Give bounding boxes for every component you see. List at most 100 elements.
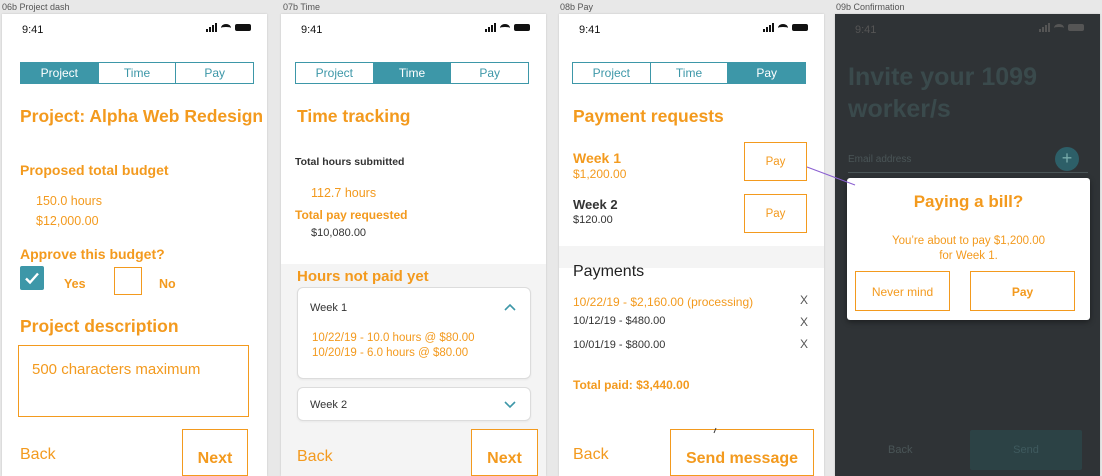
modal-title: Paying a bill? bbox=[913, 192, 1024, 211]
total-paid: Total paid: $3,440.00 bbox=[573, 378, 690, 392]
description-field[interactable]: 500 characters maximum bbox=[18, 345, 249, 417]
week2-label: Week 2 bbox=[310, 399, 348, 411]
tab-bar: Project Time Pay bbox=[572, 62, 806, 84]
week1-card: Week 1 10/22/19 - 10.0 hours @ $80.00 10… bbox=[297, 287, 531, 379]
week2-card[interactable]: Week 2 bbox=[297, 387, 531, 421]
budget-hours: 150.0 hours bbox=[36, 194, 103, 208]
description-heading: Project description bbox=[20, 316, 179, 336]
wifi-icon bbox=[221, 23, 231, 32]
total-hours-label: Total hours submitted bbox=[295, 156, 405, 168]
week1-label: Week 1 bbox=[310, 302, 348, 314]
yes-checkbox[interactable] bbox=[20, 266, 44, 290]
request-week: Week 1 bbox=[573, 150, 621, 166]
request-amount: $1,200.00 bbox=[573, 167, 627, 181]
status-time-overlay: 9:41 bbox=[301, 24, 323, 36]
payment-row: 10/01/19 - $800.00 bbox=[573, 339, 666, 351]
tab-bar: Project Time Pay bbox=[295, 62, 529, 84]
back-button[interactable]: Back bbox=[20, 446, 56, 464]
page-title: Payment requests bbox=[573, 106, 724, 126]
remove-payment-button[interactable]: X bbox=[800, 293, 808, 307]
project-dash-screen: 9:41 Project Time Pay Project: Alpha Web… bbox=[2, 14, 267, 476]
modal-text: You’re about to pay $1,200.00 for Week 1… bbox=[891, 235, 1046, 262]
artboard-label-project-dash: 06b Project dash bbox=[2, 2, 70, 12]
signal-icon bbox=[206, 23, 217, 32]
confirm-modal: Paying a bill? You’re about to pay $1,20… bbox=[847, 178, 1090, 320]
week1-entry: 10/22/19 - 10.0 hours @ $80.00 bbox=[312, 332, 475, 344]
status-time: 9:41 bbox=[22, 24, 44, 36]
approve-heading: Approve this budget? bbox=[20, 246, 165, 262]
total-pay-value: $10,080.00 bbox=[311, 227, 367, 239]
status-time: 9:41 bbox=[855, 24, 877, 36]
background-send: Send bbox=[970, 430, 1082, 470]
request-amount: $120.00 bbox=[573, 214, 613, 226]
artboard-label-pay: 08b Pay bbox=[560, 2, 594, 12]
battery-icon bbox=[514, 24, 530, 31]
unpaid-heading: Hours not paid yet bbox=[297, 268, 429, 285]
budget-amount: $12,000.00 bbox=[36, 214, 99, 228]
week1-entry: 10/20/19 - 6.0 hours @ $80.00 bbox=[312, 347, 469, 359]
back-button[interactable]: Back bbox=[573, 446, 609, 464]
description-placeholder: 500 characters maximum bbox=[32, 361, 201, 378]
signal-icon bbox=[1039, 23, 1050, 32]
status-icons bbox=[763, 23, 808, 32]
tab-project[interactable]: Project bbox=[573, 63, 651, 83]
status-bar: 9:41 bbox=[2, 14, 267, 44]
pay-week1-button[interactable]: Pay bbox=[744, 142, 807, 181]
status-icons-overlay bbox=[485, 23, 530, 32]
artboard-label-time: 07b Time bbox=[283, 2, 321, 12]
no-label: No bbox=[159, 277, 176, 291]
chevron-down-icon bbox=[504, 401, 516, 409]
plus-icon: + bbox=[1055, 147, 1079, 171]
remove-payment-button[interactable]: X bbox=[800, 337, 808, 351]
signal-icon bbox=[763, 23, 774, 32]
wifi-icon bbox=[1054, 23, 1064, 32]
total-pay-label: Total pay requested bbox=[295, 208, 408, 222]
budget-heading: Proposed total budget bbox=[20, 162, 169, 178]
checkmark-icon bbox=[25, 272, 39, 285]
status-time: 9:41 bbox=[579, 24, 601, 36]
tab-project[interactable]: Project bbox=[296, 63, 374, 83]
tab-time[interactable]: Time bbox=[373, 63, 452, 83]
tab-pay[interactable]: Pay bbox=[176, 63, 253, 83]
next-button[interactable]: Next bbox=[182, 429, 248, 476]
status-icons bbox=[1039, 23, 1084, 32]
battery-icon bbox=[235, 24, 251, 31]
battery-icon bbox=[1068, 24, 1084, 31]
payments-heading: Payments bbox=[573, 263, 645, 280]
chevron-up-icon[interactable] bbox=[504, 303, 516, 311]
wifi-icon bbox=[500, 23, 510, 32]
next-button[interactable]: Next bbox=[471, 429, 538, 476]
yes-label: Yes bbox=[64, 277, 86, 291]
back-button[interactable]: Back bbox=[297, 448, 333, 466]
tab-time[interactable]: Time bbox=[651, 63, 729, 83]
email-placeholder: Email address bbox=[848, 154, 912, 165]
no-checkbox[interactable] bbox=[114, 267, 142, 295]
tab-project[interactable]: Project bbox=[21, 63, 99, 83]
email-underline bbox=[848, 172, 1088, 173]
total-hours-value: 112.7 hours bbox=[311, 186, 377, 200]
status-bar: 9:41 bbox=[559, 14, 824, 44]
background-title: Invite your 1099 worker/s bbox=[848, 63, 1037, 123]
request-week: Week 2 bbox=[573, 197, 618, 212]
time-screen: 9:41 9:41 Project Time Pay Time tracking… bbox=[281, 14, 546, 476]
tab-time[interactable]: Time bbox=[99, 63, 177, 83]
send-message-button[interactable]: Send message bbox=[670, 429, 814, 476]
battery-icon bbox=[792, 24, 808, 31]
signal-icon bbox=[485, 23, 496, 32]
remove-payment-button[interactable]: X bbox=[800, 315, 808, 329]
pay-screen: 9:41 Project Time Pay Payment requests W… bbox=[559, 14, 824, 476]
page-title: Project: Alpha Web Redesign bbox=[20, 106, 264, 126]
status-bar-overlay: 9:41 bbox=[281, 14, 546, 44]
tab-pay[interactable]: Pay bbox=[728, 63, 806, 83]
payment-row: 10/12/19 - $480.00 bbox=[573, 315, 666, 327]
background-back: Back bbox=[888, 444, 913, 456]
wifi-icon bbox=[778, 23, 788, 32]
never-mind-button[interactable]: Never mind bbox=[855, 271, 950, 311]
pay-week2-button[interactable]: Pay bbox=[744, 194, 807, 233]
payment-row: 10/22/19 - $2,160.00 (processing) bbox=[573, 295, 754, 309]
page-title: Time tracking bbox=[297, 106, 411, 126]
tab-bar: Project Time Pay bbox=[20, 62, 254, 84]
status-icons bbox=[206, 23, 251, 32]
confirm-pay-button[interactable]: Pay bbox=[970, 271, 1075, 311]
tab-pay[interactable]: Pay bbox=[451, 63, 528, 83]
